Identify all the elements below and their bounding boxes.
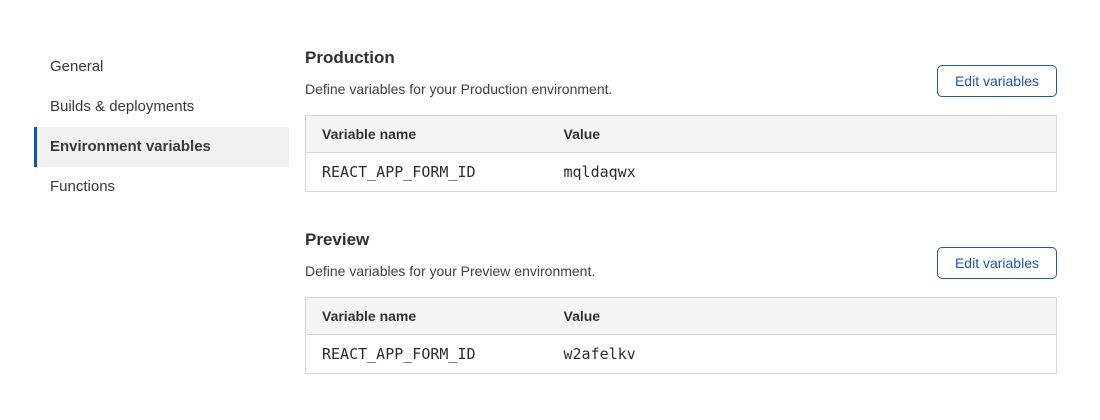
variable-name-cell: REACT_APP_FORM_ID — [306, 153, 548, 192]
production-edit-variables-button[interactable]: Edit variables — [937, 65, 1057, 97]
preview-header-text: Preview Define variables for your Previe… — [305, 230, 595, 279]
production-description: Define variables for your Production env… — [305, 81, 612, 97]
environment-variables-panel: Production Define variables for your Pro… — [305, 48, 1057, 374]
production-section-header: Production Define variables for your Pro… — [305, 48, 1057, 97]
variable-value-cell: mqldaqwx — [548, 153, 1057, 192]
table-row: REACT_APP_FORM_ID w2afelkv — [306, 335, 1057, 374]
production-variables-table: Variable name Value REACT_APP_FORM_ID mq… — [305, 115, 1057, 192]
preview-section-header: Preview Define variables for your Previe… — [305, 230, 1057, 279]
table-header-row: Variable name Value — [306, 116, 1057, 153]
preview-description: Define variables for your Preview enviro… — [305, 263, 595, 279]
sidebar-item-environment-variables[interactable]: Environment variables — [34, 127, 289, 167]
variable-value-cell: w2afelkv — [548, 335, 1057, 374]
value-column-header: Value — [548, 116, 1057, 153]
settings-page: General Builds & deployments Environment… — [0, 0, 1100, 420]
preview-title: Preview — [305, 230, 595, 250]
production-section: Production Define variables for your Pro… — [305, 48, 1057, 192]
value-column-header: Value — [548, 298, 1057, 335]
sidebar-item-builds-deployments[interactable]: Builds & deployments — [34, 87, 289, 127]
table-header-row: Variable name Value — [306, 298, 1057, 335]
production-header-text: Production Define variables for your Pro… — [305, 48, 612, 97]
settings-sidebar: General Builds & deployments Environment… — [34, 47, 289, 207]
preview-section: Preview Define variables for your Previe… — [305, 230, 1057, 374]
variable-name-column-header: Variable name — [306, 298, 548, 335]
preview-edit-variables-button[interactable]: Edit variables — [937, 247, 1057, 279]
preview-variables-table: Variable name Value REACT_APP_FORM_ID w2… — [305, 297, 1057, 374]
variable-name-cell: REACT_APP_FORM_ID — [306, 335, 548, 374]
sidebar-item-functions[interactable]: Functions — [34, 167, 289, 207]
sidebar-item-general[interactable]: General — [34, 47, 289, 87]
variable-name-column-header: Variable name — [306, 116, 548, 153]
table-row: REACT_APP_FORM_ID mqldaqwx — [306, 153, 1057, 192]
production-title: Production — [305, 48, 612, 68]
